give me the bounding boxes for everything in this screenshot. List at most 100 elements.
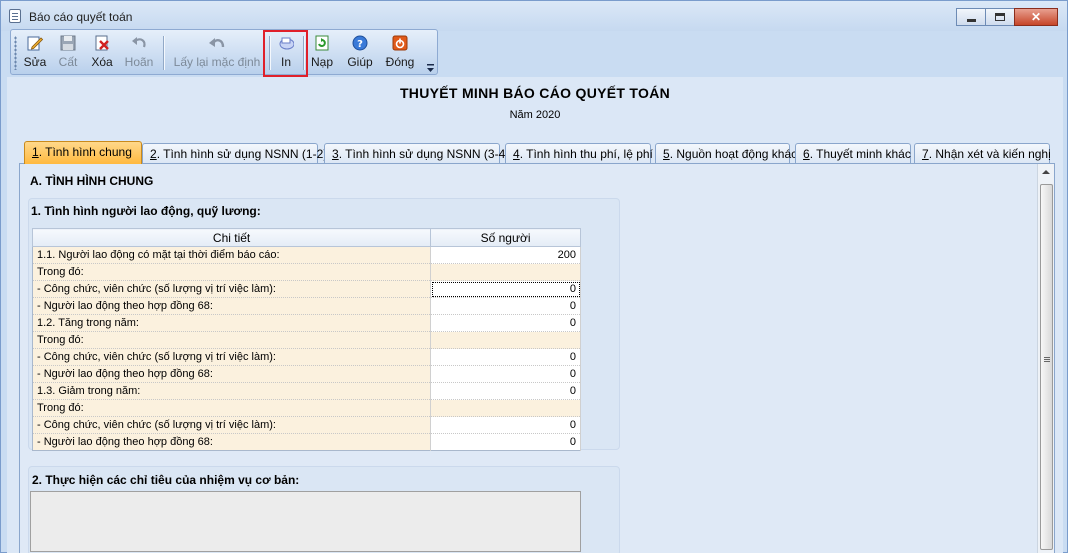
table-row: Trong đó: bbox=[32, 399, 581, 417]
row-value-input[interactable]: 0 bbox=[430, 297, 581, 315]
row-label: - Người lao động theo hợp đồng 68: bbox=[32, 365, 432, 383]
title-bar: Báo cáo quyết toán ✕ bbox=[1, 1, 1067, 31]
toolbar-overflow-icon[interactable] bbox=[427, 62, 435, 72]
tab-label: . Tình hình sử dụng NSNN (3-4) bbox=[338, 147, 510, 161]
row-label: - Người lao động theo hợp đồng 68: bbox=[32, 297, 432, 315]
scrollbar-thumb[interactable] bbox=[1040, 184, 1053, 550]
table-row: - Công chức, viên chức (số lượng vị trí … bbox=[32, 348, 581, 366]
save-label: Cất bbox=[58, 55, 78, 69]
report-year: Năm 2020 bbox=[509, 109, 561, 121]
row-label: 1.1. Người lao động có mặt tại thời điểm… bbox=[32, 246, 432, 264]
table-row: Trong đó: bbox=[32, 331, 581, 349]
tab-comments[interactable]: 7. Nhận xét và kiến nghị bbox=[914, 143, 1051, 163]
table-row: 1.1. Người lao động có mặt tại thời điểm… bbox=[32, 246, 581, 264]
section-2-title: 2. Thực hiện các chỉ tiêu của nhiệm vụ c… bbox=[32, 473, 300, 487]
tab-nsnn-1-2[interactable]: 2. Tình hình sử dụng NSNN (1-2) bbox=[142, 143, 327, 163]
column-header-count[interactable]: Số người bbox=[430, 228, 581, 247]
tab-label: . Tình hình chung bbox=[38, 145, 132, 159]
help-icon: ? bbox=[351, 34, 369, 52]
report-window: Báo cáo quyết toán ✕ Sửa Cất Xóa Hoãn Lấ… bbox=[0, 0, 1068, 553]
edit-label: Sửa bbox=[23, 55, 47, 69]
window-title: Báo cáo quyết toán bbox=[29, 10, 133, 24]
row-label: Trong đó: bbox=[32, 331, 432, 349]
svg-text:?: ? bbox=[357, 39, 363, 50]
row-value-input[interactable]: 0 bbox=[430, 416, 581, 434]
edit-button[interactable]: Sửa bbox=[21, 34, 49, 72]
row-label: 1.2. Tăng trong năm: bbox=[32, 314, 432, 332]
tab-general[interactable]: 1. Tình hình chung bbox=[24, 141, 142, 164]
postpone-label: Hoãn bbox=[124, 55, 154, 69]
tab-key: 5 bbox=[663, 147, 670, 161]
tab-other-notes[interactable]: 6. Thuyết minh khác bbox=[795, 143, 911, 163]
row-value-input[interactable]: 0 bbox=[430, 382, 581, 400]
tab-label: . Nhận xét và kiến nghị bbox=[928, 147, 1051, 161]
postpone-button[interactable]: Hoãn bbox=[121, 34, 157, 72]
tab-label: . Tình hình thu phí, lệ phí bbox=[519, 147, 653, 161]
restore-default-button[interactable]: Lấy lại mặc định bbox=[171, 34, 263, 72]
table-row: 1.2. Tăng trong năm: 0 bbox=[32, 314, 581, 332]
tab-key: 2 bbox=[150, 147, 157, 161]
row-label: - Công chức, viên chức (số lượng vị trí … bbox=[32, 280, 432, 298]
table-row: - Người lao động theo hợp đồng 68: 0 bbox=[32, 297, 581, 315]
save-button[interactable]: Cất bbox=[55, 34, 81, 72]
tasks-textarea[interactable] bbox=[30, 491, 581, 552]
row-label: Trong đó: bbox=[32, 263, 432, 281]
section-a-title: A. TÌNH HÌNH CHUNG bbox=[30, 174, 154, 188]
row-value-input[interactable]: 200 bbox=[430, 246, 581, 264]
row-value-input[interactable]: 0 bbox=[430, 348, 581, 366]
load-button[interactable]: Nạp bbox=[309, 34, 335, 72]
maximize-icon bbox=[995, 13, 1005, 21]
row-label: - Công chức, viên chức (số lượng vị trí … bbox=[32, 348, 432, 366]
vertical-scrollbar[interactable] bbox=[1037, 164, 1054, 553]
restore-icon bbox=[208, 34, 226, 52]
table-row: Trong đó: bbox=[32, 263, 581, 281]
power-icon bbox=[391, 34, 409, 52]
row-value-input[interactable]: 0 bbox=[430, 280, 581, 298]
minimize-icon bbox=[966, 18, 976, 22]
tab-key: 6 bbox=[803, 147, 810, 161]
print-highlight-box bbox=[263, 30, 308, 77]
close-icon: ✕ bbox=[1030, 10, 1042, 24]
labor-table: Chi tiết Số người 1.1. Người lao động có… bbox=[31, 228, 581, 451]
tab-key: 3 bbox=[332, 147, 339, 161]
tab-other-sources[interactable]: 5. Nguồn hoạt động khác bbox=[655, 143, 797, 163]
table-row: - Công chức, viên chức (số lượng vị trí … bbox=[32, 416, 581, 434]
tab-nsnn-3-4[interactable]: 3. Tình hình sử dụng NSNN (3-4) bbox=[324, 143, 509, 163]
window-controls: ✕ bbox=[956, 8, 1058, 26]
refresh-icon bbox=[313, 34, 331, 52]
tab-fees[interactable]: 4. Tình hình thu phí, lệ phí bbox=[505, 143, 653, 163]
row-value-input[interactable]: 0 bbox=[430, 365, 581, 383]
toolbar-grip[interactable] bbox=[14, 36, 17, 70]
row-value bbox=[430, 263, 581, 281]
load-label: Nạp bbox=[310, 55, 333, 69]
column-header-detail[interactable]: Chi tiết bbox=[31, 228, 432, 247]
maximize-button[interactable] bbox=[985, 8, 1015, 26]
tab-key: 1 bbox=[32, 145, 39, 159]
report-title: THUYẾT MINH BÁO CÁO QUYẾT TOÁN bbox=[399, 85, 671, 101]
minimize-button[interactable] bbox=[956, 8, 986, 26]
row-value-input[interactable]: 0 bbox=[430, 314, 581, 332]
tab-key: 7 bbox=[922, 147, 929, 161]
row-label: 1.3. Giảm trong năm: bbox=[32, 382, 432, 400]
close-button[interactable]: Đóng bbox=[384, 34, 416, 72]
tab-panel-general: A. TÌNH HÌNH CHUNG 1. Tình hình người la… bbox=[19, 163, 1055, 553]
row-value-input[interactable]: 0 bbox=[430, 433, 581, 451]
tab-key: 4 bbox=[513, 147, 520, 161]
restore-default-label: Lấy lại mặc định bbox=[173, 55, 261, 69]
toolbar-separator bbox=[163, 36, 164, 70]
table-header-row: Chi tiết Số người bbox=[31, 228, 581, 247]
close-label: Đóng bbox=[385, 55, 415, 69]
help-button[interactable]: ? Giúp bbox=[345, 34, 375, 72]
row-label: - Người lao động theo hợp đồng 68: bbox=[32, 433, 432, 451]
scroll-up-icon[interactable] bbox=[1038, 164, 1054, 180]
delete-button[interactable]: Xóa bbox=[87, 34, 117, 72]
content-area: THUYẾT MINH BÁO CÁO QUYẾT TOÁN Năm 2020 … bbox=[7, 77, 1063, 553]
table-row: - Công chức, viên chức (số lượng vị trí … bbox=[32, 280, 581, 298]
help-label: Giúp bbox=[347, 55, 373, 69]
delete-icon bbox=[93, 34, 111, 52]
section-1-title: 1. Tình hình người lao động, quỹ lương: bbox=[31, 204, 261, 218]
app-icon bbox=[9, 9, 21, 23]
tab-label: . Tình hình sử dụng NSNN (1-2) bbox=[156, 147, 328, 161]
close-window-button[interactable]: ✕ bbox=[1014, 8, 1058, 26]
row-value bbox=[430, 331, 581, 349]
